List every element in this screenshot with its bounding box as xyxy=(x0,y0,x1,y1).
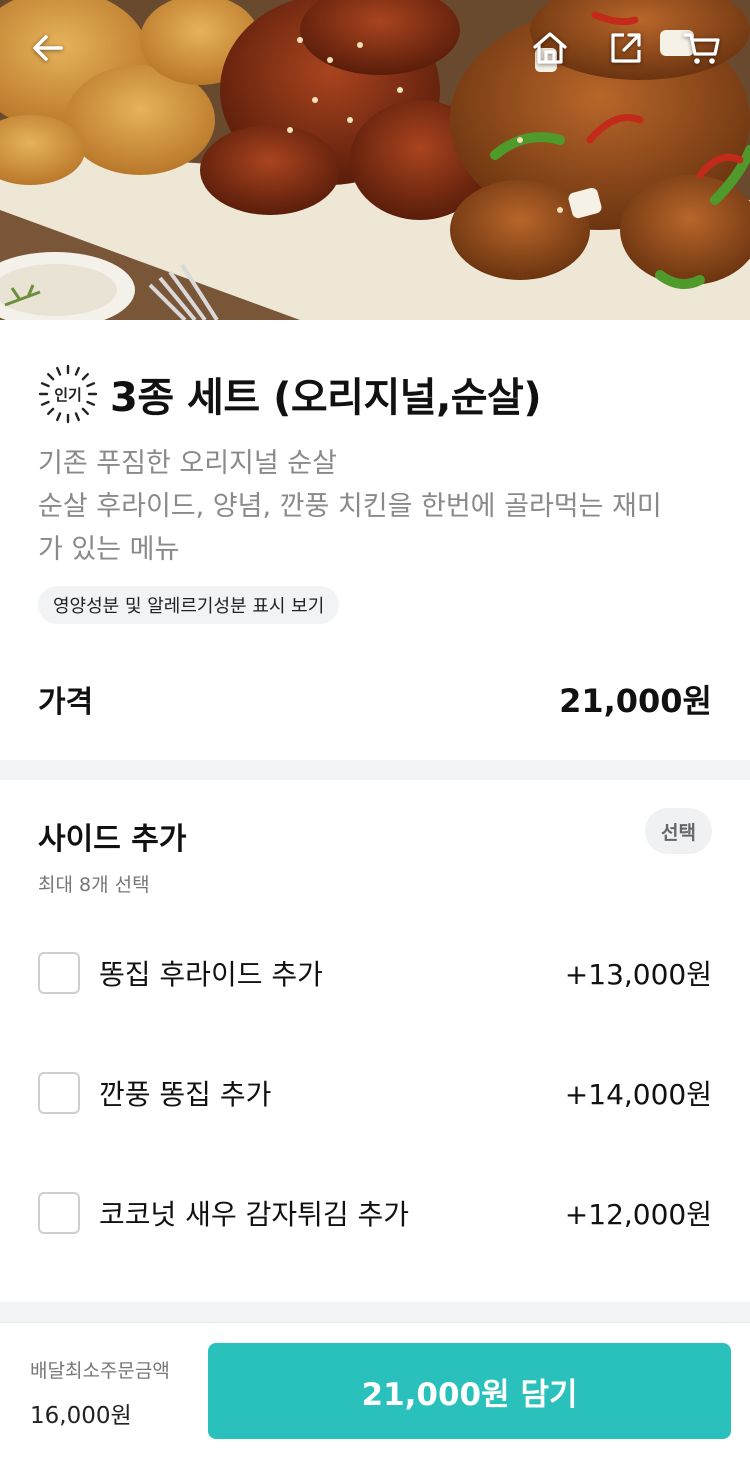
option-price: +12,000원 xyxy=(564,1198,712,1231)
badge-label: 인기 xyxy=(54,385,82,404)
popular-badge: 인기 xyxy=(38,364,98,424)
home-icon xyxy=(533,32,567,64)
min-order-label: 배달최소주문금액 xyxy=(30,1360,170,1382)
price-value: 21,000원 xyxy=(559,682,712,720)
option-label: 똥집 후라이드 추가 xyxy=(99,958,323,991)
side-section-title: 사이드 추가 xyxy=(38,822,187,857)
option-checkbox[interactable] xyxy=(38,952,80,994)
side-option[interactable]: 코코넛 새우 감자튀김 추가 +12,000원 xyxy=(38,1188,712,1238)
product-description: 기존 푸짐한 오리지널 순살 순살 후라이드, 양념, 깐풍 치킨을 한번에 골… xyxy=(38,442,718,571)
back-button[interactable] xyxy=(26,26,70,70)
description-line: 기존 푸짐한 오리지널 순살 xyxy=(38,448,337,479)
optional-tag: 선택 xyxy=(645,808,712,854)
side-option[interactable]: 똥집 후라이드 추가 +13,000원 xyxy=(38,948,712,998)
option-price: +14,000원 xyxy=(564,1078,712,1111)
option-price: +13,000원 xyxy=(564,958,712,991)
bottom-order-bar: 배달최소주문금액 16,000원 21,000원 담기 xyxy=(0,1322,750,1472)
option-checkbox[interactable] xyxy=(38,1192,80,1234)
section-divider xyxy=(0,1302,750,1322)
option-label: 코코넛 새우 감자튀김 추가 xyxy=(99,1198,410,1231)
product-photo xyxy=(0,0,750,320)
section-divider xyxy=(0,760,750,780)
cart-icon xyxy=(683,33,720,64)
share-button[interactable] xyxy=(604,26,648,70)
price-label: 가격 xyxy=(38,685,94,720)
product-title: 3종 세트 (오리지널,순살) xyxy=(110,375,542,421)
option-checkbox[interactable] xyxy=(38,1072,80,1114)
min-order-value: 16,000원 xyxy=(30,1403,132,1429)
side-section-subtitle: 최대 8개 선택 xyxy=(38,874,150,896)
arrow-left-icon xyxy=(33,35,63,61)
description-line: 순살 후라이드, 양념, 깐풍 치킨을 한번에 골라먹는 재미 xyxy=(38,491,662,522)
home-button[interactable] xyxy=(528,26,572,70)
add-to-cart-button[interactable]: 21,000원 담기 xyxy=(208,1343,731,1439)
option-label: 깐풍 똥집 추가 xyxy=(99,1078,272,1111)
share-icon xyxy=(611,33,641,63)
description-line: 가 있는 메뉴 xyxy=(38,534,180,565)
nutrition-info-link[interactable]: 영양성분 및 알레르기성분 표시 보기 xyxy=(38,586,340,624)
side-option[interactable]: 깐풍 똥집 추가 +14,000원 xyxy=(38,1068,712,1118)
title-row: 인기 3종 세트 (오리지널,순살) xyxy=(38,364,542,424)
price-row: 가격 21,000원 xyxy=(38,676,712,722)
cart-button[interactable] xyxy=(680,26,724,70)
